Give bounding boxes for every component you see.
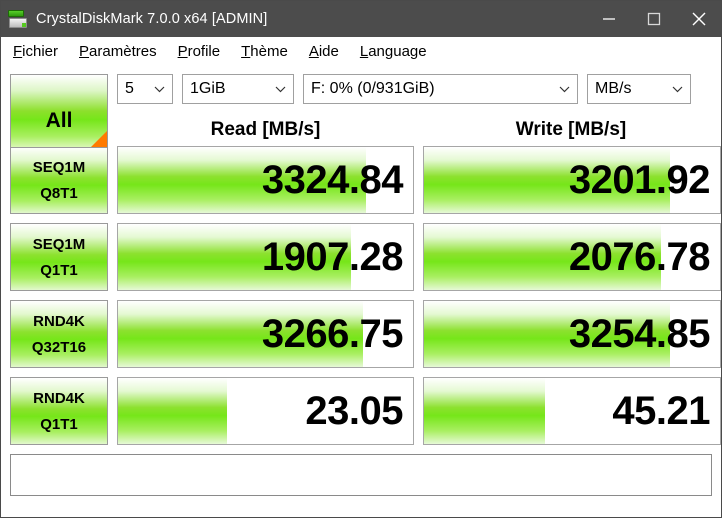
test-button-rnd4k-q1t1[interactable]: RND4K Q1T1 xyxy=(10,377,108,445)
result-cell-write-seq1m-q8t1[interactable]: 3201.92 xyxy=(423,146,721,214)
result-bar xyxy=(424,378,546,444)
test-name: SEQ1M xyxy=(32,158,86,176)
menu-item-parametres[interactable]: Paramètres xyxy=(77,42,159,61)
test-queue: Q32T16 xyxy=(31,338,87,356)
test-name: RND4K xyxy=(33,312,85,330)
column-header-read: Read [MB/s] xyxy=(210,119,321,140)
disk-drive-icon xyxy=(8,9,28,29)
all-button-corner-marker xyxy=(91,131,107,147)
result-value-read: 23.05 xyxy=(305,389,403,433)
menu-label-language: anguage xyxy=(368,43,427,60)
test-count-value: 5 xyxy=(125,80,134,97)
result-value-write: 2076.78 xyxy=(568,235,711,279)
result-cell-write-rnd4k-q1t1[interactable]: 45.21 xyxy=(423,377,721,445)
test-button-seq1m-q1t1[interactable]: SEQ1M Q1T1 xyxy=(10,223,108,291)
menu-item-language[interactable]: Language xyxy=(358,42,429,61)
menu-accel-language: L xyxy=(359,43,369,60)
results-table: SEQ1M Q8T1 3324.84 3201.92 SEQ1M Q1T1 19… xyxy=(10,146,721,445)
run-all-label: All xyxy=(45,109,73,132)
test-name: SEQ1M xyxy=(32,235,86,253)
unit-select[interactable]: MB/s xyxy=(587,74,691,104)
table-row: SEQ1M Q8T1 3324.84 3201.92 xyxy=(10,146,721,214)
minimize-icon[interactable] xyxy=(586,1,631,37)
chevron-down-icon xyxy=(275,75,286,103)
unit-value: MB/s xyxy=(595,80,632,97)
window-controls xyxy=(586,1,721,37)
table-row: RND4K Q32T16 3266.75 3254.85 xyxy=(10,300,721,368)
menu-item-aide[interactable]: Aide xyxy=(307,42,341,61)
menu-accel-aide: A xyxy=(308,43,319,60)
test-queue: Q1T1 xyxy=(40,415,78,433)
result-value-write: 3254.85 xyxy=(568,312,711,356)
table-row: SEQ1M Q1T1 1907.28 2076.78 xyxy=(10,223,721,291)
test-size-value: 1GiB xyxy=(190,80,226,97)
column-headers: Read [MB/s] Write [MB/s] xyxy=(117,116,712,144)
window-title: CrystalDiskMark 7.0.0 x64 [ADMIN] xyxy=(36,11,268,27)
test-name: RND4K xyxy=(33,389,85,407)
drive-value: F: 0% (0/931GiB) xyxy=(311,80,435,97)
menu-label-theme: hème xyxy=(250,43,288,60)
menu-item-fichier[interactable]: Fichier xyxy=(11,42,60,61)
result-cell-read-seq1m-q8t1[interactable]: 3324.84 xyxy=(117,146,414,214)
menu-item-profile[interactable]: Profile xyxy=(176,42,223,61)
drive-select[interactable]: F: 0% (0/931GiB) xyxy=(303,74,578,104)
menu-accel-profile: P xyxy=(177,43,188,60)
result-value-read: 3266.75 xyxy=(261,312,404,356)
test-size-select[interactable]: 1GiB xyxy=(182,74,294,104)
menu-label-profile: rofile xyxy=(187,43,221,60)
comment-box[interactable] xyxy=(10,454,712,496)
run-all-button[interactable]: All xyxy=(10,74,108,148)
menu-label-parametres: aramètres xyxy=(89,43,157,60)
chevron-down-icon xyxy=(672,75,683,103)
crystaldiskmark-window: CrystalDiskMark 7.0.0 x64 [ADMIN] Fichie… xyxy=(0,0,722,518)
menu-label-fichier: ichier xyxy=(22,43,59,60)
result-cell-write-seq1m-q1t1[interactable]: 2076.78 xyxy=(423,223,721,291)
menu-accel-fichier: F xyxy=(13,43,23,60)
menu-label-aide: ide xyxy=(318,43,339,60)
result-cell-write-rnd4k-q32t16[interactable]: 3254.85 xyxy=(423,300,721,368)
title-bar: CrystalDiskMark 7.0.0 x64 [ADMIN] xyxy=(1,1,721,37)
test-count-select[interactable]: 5 xyxy=(117,74,173,104)
menu-accel-parametres: P xyxy=(79,43,90,60)
test-button-rnd4k-q32t16[interactable]: RND4K Q32T16 xyxy=(10,300,108,368)
close-icon[interactable] xyxy=(676,1,721,37)
result-cell-read-rnd4k-q1t1[interactable]: 23.05 xyxy=(117,377,414,445)
test-button-seq1m-q8t1[interactable]: SEQ1M Q8T1 xyxy=(10,146,108,214)
column-header-write: Write [MB/s] xyxy=(515,119,627,140)
result-cell-read-seq1m-q1t1[interactable]: 1907.28 xyxy=(117,223,414,291)
toolbar: All 5 1GiB F: 0% (0/931GiB) MB/s xyxy=(10,66,712,148)
result-value-read: 1907.28 xyxy=(261,235,404,279)
maximize-icon[interactable] xyxy=(631,1,676,37)
chevron-down-icon xyxy=(154,75,165,103)
menu-bar: Fichier Paramètres Profile Thème Aide La… xyxy=(1,37,721,67)
client-area: All 5 1GiB F: 0% (0/931GiB) MB/s Read [M… xyxy=(1,66,721,517)
result-value-write: 3201.92 xyxy=(568,158,711,202)
result-bar xyxy=(118,378,228,444)
menu-item-theme[interactable]: Thème xyxy=(239,42,290,61)
test-queue: Q8T1 xyxy=(40,184,78,202)
chevron-down-icon xyxy=(559,75,570,103)
result-value-read: 3324.84 xyxy=(261,158,404,202)
result-cell-read-rnd4k-q32t16[interactable]: 3266.75 xyxy=(117,300,414,368)
test-queue: Q1T1 xyxy=(40,261,78,279)
menu-accel-theme: T xyxy=(241,43,251,60)
result-value-write: 45.21 xyxy=(612,389,710,433)
table-row: RND4K Q1T1 23.05 45.21 xyxy=(10,377,721,445)
